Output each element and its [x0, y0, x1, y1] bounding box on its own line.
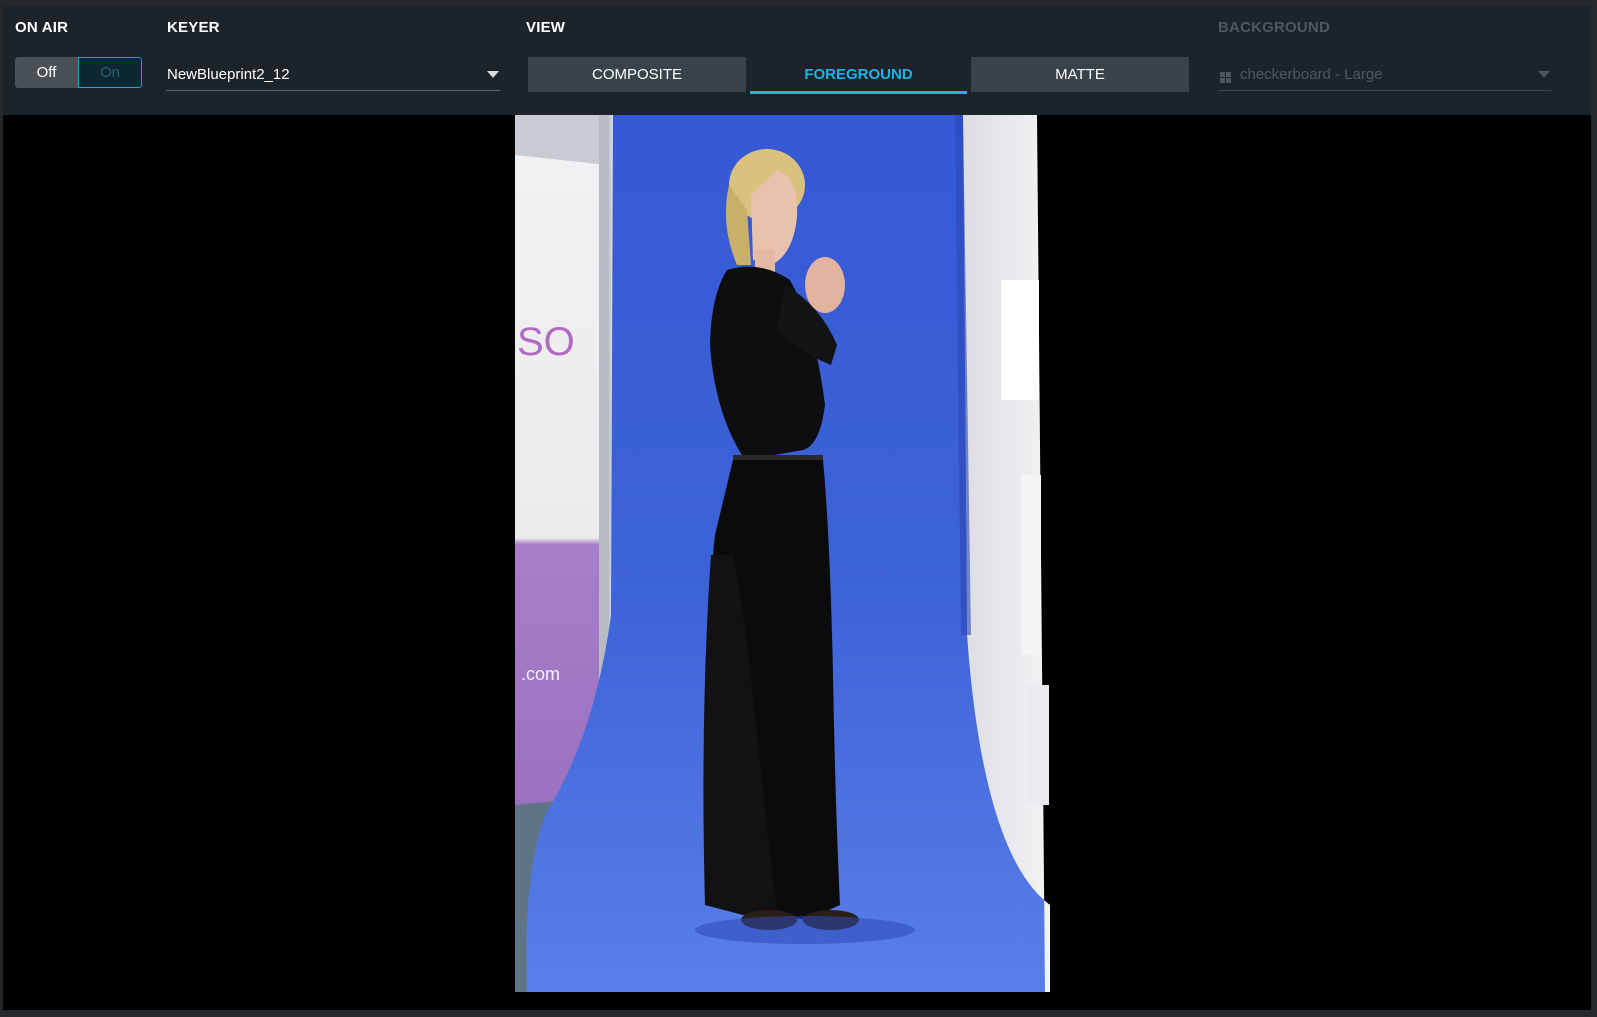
chevron-down-icon	[1538, 71, 1550, 78]
svg-text:SO: SO	[517, 320, 575, 364]
video-viewport: SO .com	[3, 115, 1591, 992]
tab-matte[interactable]: MATTE	[971, 57, 1189, 92]
on-air-label: ON AIR	[15, 19, 69, 36]
background-label: BACKGROUND	[1218, 19, 1330, 36]
keyer-select[interactable]: NewBlueprint2_12	[166, 59, 500, 91]
checkerboard-grid-icon	[1220, 72, 1231, 83]
background-select[interactable]: checkerboard - Large	[1218, 59, 1551, 91]
on-air-on-option[interactable]: On	[78, 57, 142, 88]
on-air-off-option[interactable]: Off	[15, 57, 78, 88]
on-air-toggle[interactable]: Off On	[15, 57, 142, 88]
keyer-window: ON AIR Off On KEYER NewBlueprint2_12 VIE…	[3, 6, 1591, 1010]
background-selected-value: checkerboard - Large	[1240, 66, 1383, 83]
keyer-label: KEYER	[167, 19, 220, 36]
tab-foreground[interactable]: FOREGROUND	[750, 57, 967, 94]
svg-text:.com: .com	[521, 664, 560, 684]
foreground-video-frame: SO .com	[515, 115, 1050, 992]
toolbar: ON AIR Off On KEYER NewBlueprint2_12 VIE…	[3, 6, 1591, 115]
foreground-video-image: SO .com	[515, 115, 1050, 992]
chevron-down-icon	[487, 71, 499, 78]
tab-composite[interactable]: COMPOSITE	[528, 57, 746, 92]
view-label: VIEW	[526, 19, 566, 36]
keyer-selected-value: NewBlueprint2_12	[167, 66, 290, 83]
